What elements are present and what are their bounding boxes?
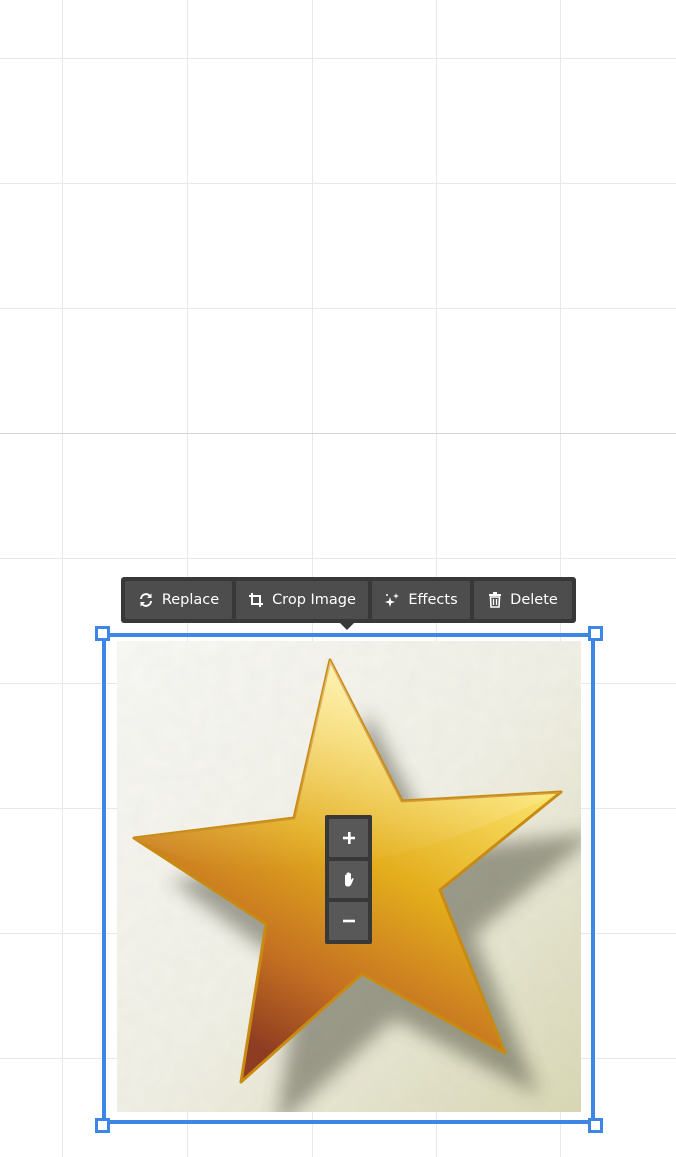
resize-handle-bottom-left[interactable] [95,1118,110,1133]
resize-handle-bottom-right[interactable] [588,1118,603,1133]
sparkle-icon [384,592,400,608]
zoom-in-button[interactable] [329,819,368,857]
delete-button[interactable]: Delete [474,581,572,619]
hand-icon [341,871,357,888]
resize-handle-top-right[interactable] [588,626,603,641]
crop-icon [248,592,264,608]
zoom-controls [325,815,372,944]
trash-icon [488,592,502,608]
pan-button[interactable] [329,860,368,899]
plus-icon [342,831,356,845]
effects-label: Effects [408,592,458,608]
crop-image-label: Crop Image [272,592,356,608]
replace-icon [138,592,154,608]
image-toolbar: Replace Crop Image Effects Delete [121,577,576,630]
delete-label: Delete [510,592,558,608]
effects-button[interactable]: Effects [372,581,470,619]
crop-image-button[interactable]: Crop Image [236,581,368,619]
zoom-out-button[interactable] [329,902,368,941]
minus-icon [342,914,356,928]
resize-handle-top-left[interactable] [95,626,110,641]
replace-label: Replace [161,592,220,608]
replace-button[interactable]: Replace [125,581,232,619]
